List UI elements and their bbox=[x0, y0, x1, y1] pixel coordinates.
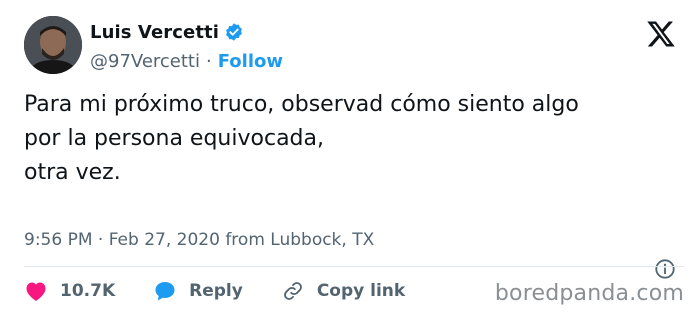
avatar-image bbox=[24, 16, 82, 74]
link-icon bbox=[283, 282, 302, 300]
copy-link-button[interactable]: Copy link bbox=[281, 280, 405, 302]
divider bbox=[24, 266, 684, 267]
reply-button[interactable]: Reply bbox=[153, 280, 243, 302]
separator-dot: · bbox=[206, 50, 212, 72]
action-bar: 10.7K Reply Copy link bbox=[24, 274, 443, 308]
watermark: boredpanda.com bbox=[494, 281, 684, 306]
info-icon[interactable] bbox=[654, 258, 676, 280]
x-logo-icon[interactable] bbox=[646, 20, 676, 48]
copy-link-label: Copy link bbox=[316, 281, 406, 301]
tweet-line: Para mi próximo truco, observad cómo sie… bbox=[24, 92, 579, 117]
follow-button[interactable]: Follow bbox=[218, 51, 283, 72]
tweet-timestamp[interactable]: 9:56 PM · Feb 27, 2020 from Lubbock, TX bbox=[24, 226, 374, 254]
tweet-line: por la persona equivocada, bbox=[24, 126, 324, 151]
avatar[interactable] bbox=[24, 16, 82, 74]
tweet-text: Para mi próximo truco, observad cómo sie… bbox=[24, 88, 674, 190]
reply-label: Reply bbox=[189, 281, 243, 301]
like-count: 10.7K bbox=[60, 281, 116, 301]
speech-bubble-icon bbox=[155, 282, 175, 301]
like-button[interactable]: 10.7K bbox=[24, 280, 115, 302]
author-name-row: Luis Vercetti bbox=[90, 20, 244, 44]
author-name[interactable]: Luis Vercetti bbox=[90, 22, 219, 43]
tweet-line: otra vez. bbox=[24, 160, 121, 185]
heart-icon bbox=[26, 282, 46, 301]
author-handle-row: @97Vercetti · Follow bbox=[90, 49, 283, 73]
author-handle[interactable]: @97Vercetti bbox=[90, 51, 200, 72]
verified-badge-icon bbox=[226, 23, 242, 41]
